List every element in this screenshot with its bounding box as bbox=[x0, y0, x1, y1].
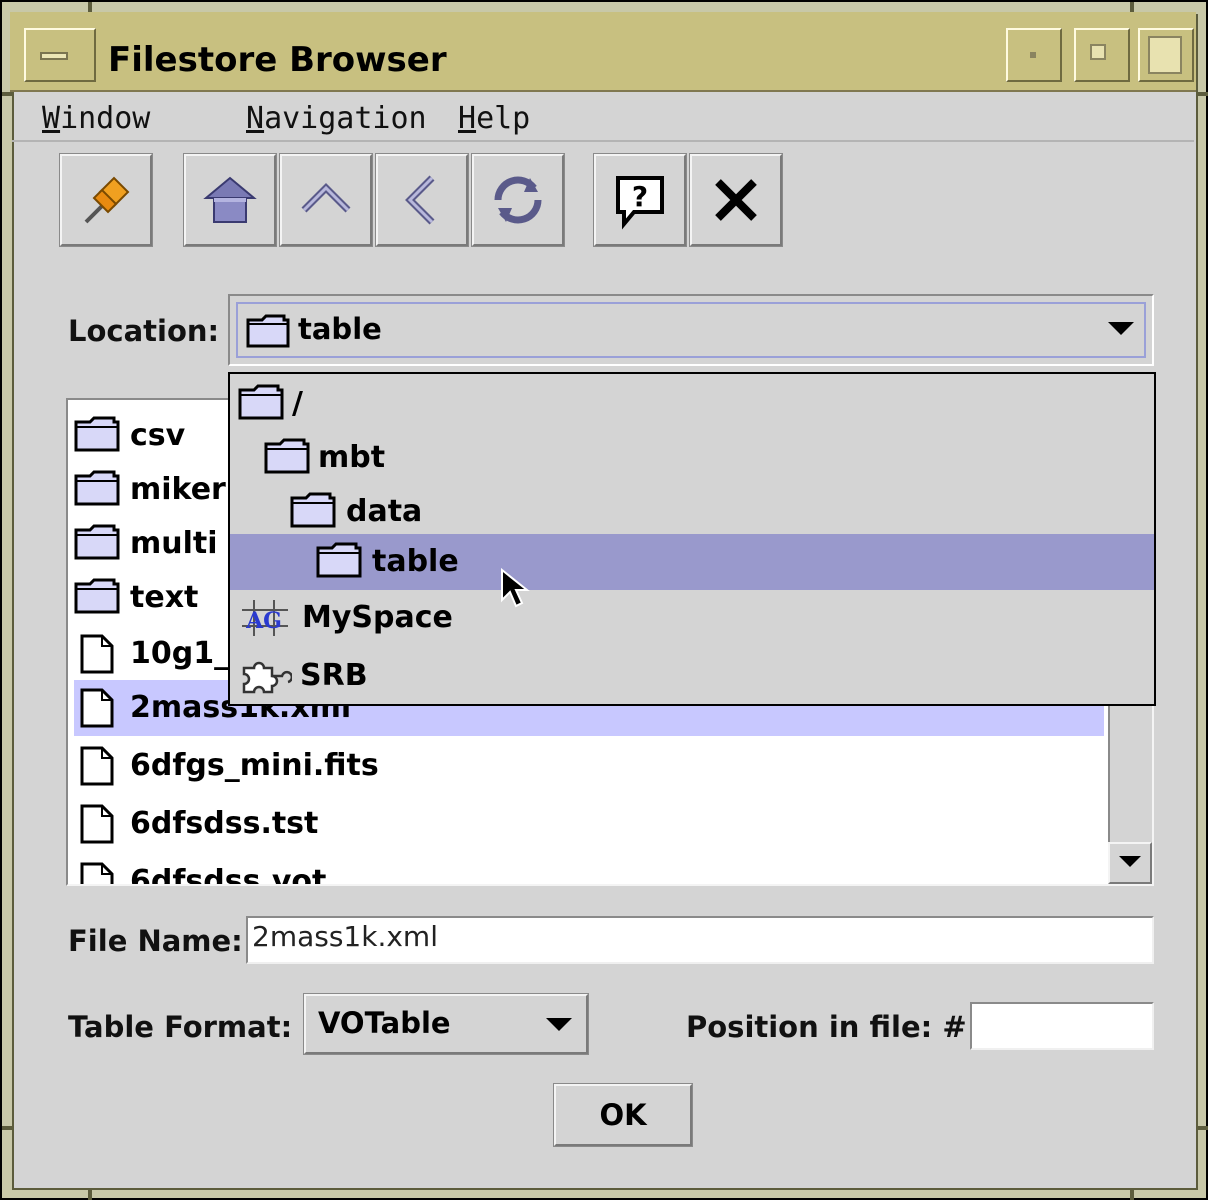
puzzle-icon bbox=[242, 661, 292, 694]
dropdown-item-label: MySpace bbox=[302, 600, 453, 635]
file-icon bbox=[80, 862, 114, 884]
file-label: 6dfsdss.tst bbox=[130, 806, 319, 841]
maximize-icon bbox=[1090, 44, 1106, 60]
window-menu-button[interactable] bbox=[24, 28, 96, 82]
frame-notch bbox=[1198, 92, 1208, 96]
svg-text:?: ? bbox=[632, 180, 648, 213]
file-label: 6dfsdss.vot bbox=[130, 864, 327, 886]
pushpin-icon bbox=[84, 176, 130, 224]
menu-label: indow bbox=[60, 101, 151, 136]
pin-button[interactable] bbox=[59, 153, 153, 247]
window-title: Filestore Browser bbox=[108, 40, 447, 80]
maximize-button[interactable] bbox=[1074, 28, 1130, 82]
file-icon bbox=[80, 804, 114, 844]
fullscreen-button[interactable] bbox=[1138, 28, 1194, 82]
minimize-button[interactable] bbox=[1006, 28, 1062, 82]
frame-notch bbox=[1198, 1126, 1208, 1130]
file-label: csv bbox=[130, 418, 186, 453]
chevron-down-icon bbox=[546, 1018, 572, 1031]
menu-mnemonic: N bbox=[246, 101, 265, 136]
menu-window[interactable]: Window bbox=[42, 102, 150, 136]
menu-mnemonic: W bbox=[42, 101, 61, 136]
file-icon bbox=[80, 634, 114, 674]
refresh-button[interactable] bbox=[471, 153, 565, 247]
scroll-down-button[interactable] bbox=[1108, 842, 1152, 884]
home-icon bbox=[203, 176, 257, 223]
location-combo[interactable]: table bbox=[228, 294, 1154, 366]
back-button[interactable] bbox=[375, 153, 469, 247]
dropdown-item-table[interactable]: table bbox=[230, 534, 1154, 590]
home-button[interactable] bbox=[183, 153, 277, 247]
dropdown-item-mbt[interactable]: mbt bbox=[230, 430, 1154, 486]
folder-icon bbox=[238, 384, 284, 420]
list-item[interactable]: 6dfsdss.vot bbox=[74, 854, 1104, 886]
file-name-input[interactable]: 2mass1k.xml bbox=[246, 916, 1154, 964]
arrow-down-icon bbox=[1119, 856, 1141, 867]
folder-icon bbox=[74, 524, 120, 560]
window-menu-icon bbox=[40, 52, 68, 60]
dropdown-item-label: mbt bbox=[318, 440, 386, 475]
file-label: multi bbox=[130, 526, 218, 561]
mouse-pointer-icon bbox=[501, 568, 530, 608]
location-label: Location: bbox=[68, 314, 220, 348]
chevron-up-icon bbox=[301, 183, 351, 213]
svg-text:AG: AG bbox=[245, 608, 282, 634]
menu-bar bbox=[12, 96, 1194, 142]
ok-button[interactable]: OK bbox=[553, 1083, 693, 1147]
dropdown-item-label: table bbox=[372, 544, 459, 579]
location-value: table bbox=[298, 312, 382, 346]
dropdown-item-data[interactable]: data bbox=[230, 484, 1154, 540]
minimize-icon bbox=[1030, 52, 1036, 58]
frame-notch bbox=[2, 1126, 12, 1130]
folder-icon bbox=[316, 542, 362, 578]
file-icon bbox=[80, 746, 114, 786]
dropdown-item-myspace[interactable]: AG MySpace bbox=[230, 590, 1154, 646]
file-label: text bbox=[130, 580, 199, 615]
folder-icon bbox=[74, 416, 120, 452]
file-label: 6dfgs_mini.fits bbox=[130, 748, 379, 783]
dropdown-item-label: data bbox=[346, 494, 423, 529]
folder-icon bbox=[74, 578, 120, 614]
list-item[interactable]: 6dfgs_mini.fits bbox=[74, 738, 1104, 794]
menu-help[interactable]: Help bbox=[458, 102, 530, 136]
file-icon bbox=[80, 688, 114, 728]
close-button[interactable] bbox=[689, 153, 783, 247]
close-icon bbox=[715, 179, 757, 221]
file-label: 10g1_ bbox=[130, 636, 230, 671]
frame-notch bbox=[88, 1190, 92, 1200]
table-format-value: VOTable bbox=[318, 1006, 451, 1040]
file-name-label: File Name: bbox=[68, 924, 243, 958]
dropdown-item-srb[interactable]: SRB bbox=[230, 648, 1154, 704]
chevron-left-icon bbox=[405, 175, 435, 225]
up-button[interactable] bbox=[279, 153, 373, 247]
menu-label: avigation bbox=[264, 101, 427, 136]
position-label: Position in file: # bbox=[686, 1010, 967, 1044]
frame-notch bbox=[1130, 1190, 1134, 1200]
chevron-down-icon[interactable] bbox=[1108, 322, 1134, 335]
location-dropdown[interactable]: / mbt data table AG MySpace SRB bbox=[228, 372, 1156, 706]
folder-icon bbox=[264, 438, 310, 474]
table-format-label: Table Format: bbox=[68, 1010, 293, 1044]
dropdown-item-root[interactable]: / bbox=[230, 376, 1154, 432]
folder-icon bbox=[74, 470, 120, 506]
position-input[interactable] bbox=[970, 1002, 1154, 1050]
menu-navigation[interactable]: Navigation bbox=[246, 102, 427, 136]
menu-mnemonic: H bbox=[458, 101, 477, 136]
table-format-select[interactable]: VOTable bbox=[303, 993, 589, 1055]
menu-label: elp bbox=[476, 101, 531, 136]
help-button[interactable]: ? bbox=[593, 153, 687, 247]
folder-icon bbox=[290, 492, 336, 528]
list-item[interactable]: 6dfsdss.tst bbox=[74, 796, 1104, 852]
fullscreen-icon bbox=[1148, 36, 1182, 74]
myspace-icon: AG bbox=[242, 600, 288, 636]
dropdown-item-label: / bbox=[292, 386, 303, 421]
refresh-icon bbox=[494, 176, 542, 224]
help-icon: ? bbox=[616, 176, 664, 230]
folder-icon bbox=[246, 314, 290, 348]
frame-notch bbox=[2, 92, 12, 96]
dropdown-item-label: SRB bbox=[300, 658, 368, 693]
